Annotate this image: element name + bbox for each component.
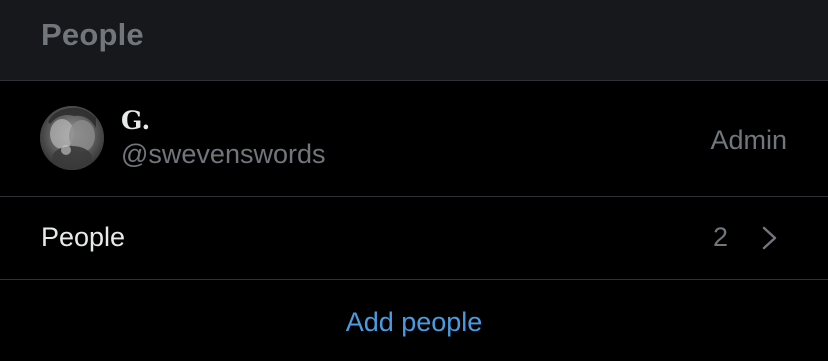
member-name: G. <box>121 106 151 135</box>
section-title: People <box>41 17 144 52</box>
people-row[interactable]: People 2 <box>0 197 828 280</box>
section-header: People <box>0 0 828 81</box>
people-label: People <box>41 222 126 252</box>
member-role-badge: Admin <box>710 125 787 155</box>
member-row[interactable]: G. @swevenswords Admin <box>0 81 828 197</box>
member-handle: @swevenswords <box>121 139 326 169</box>
user-avatar-photo <box>40 106 104 170</box>
add-people-row: Add people <box>0 280 828 361</box>
people-count: 2 <box>712 222 728 252</box>
chevron-right-icon <box>762 226 777 250</box>
avatar[interactable] <box>40 106 104 170</box>
add-people-button[interactable]: Add people <box>0 307 828 338</box>
